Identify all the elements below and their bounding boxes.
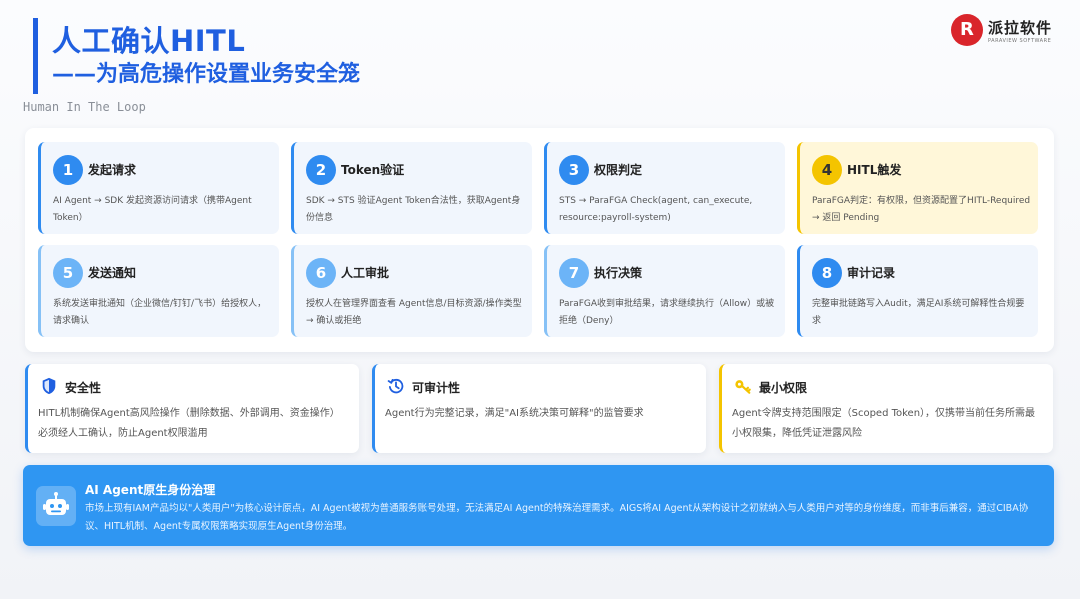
hitl-steps-panel: 1 发起请求 AI Agent → SDK 发起资源访问请求（携带Agent T… (25, 128, 1054, 352)
feature-card-security: 安全性 HITL机制确保Agent高风险操作（删除数据、外部调用、资金操作）必须… (25, 364, 359, 453)
company-logo: 派拉软件 PARAVIEW SOFTWARE (950, 14, 1052, 46)
step-title: HITL触发 (847, 163, 902, 177)
title-accent-bar (33, 18, 38, 94)
step-number: 7 (559, 258, 589, 288)
step-desc: ParaFGA判定：有权限，但资源配置了HITL-Required → 返回 P… (812, 196, 1031, 223)
step-desc: ParaFGA收到审批结果，请求继续执行（Allow）或被拒绝（Deny） (559, 299, 775, 326)
feature-card-least-privilege: 最小权限 Agent令牌支持范围限定（Scoped Token），仅携带当前任务… (719, 364, 1053, 453)
feature-desc: Agent行为完整记录，满足"AI系统决策可解释"的监管要求 (385, 408, 644, 419)
feature-title: 安全性 (65, 381, 102, 395)
feature-title: 可审计性 (412, 381, 461, 395)
step-desc: 授权人在管理界面查看 Agent信息/目标资源/操作类型 → 确认或拒绝 (306, 299, 522, 326)
step-title: 执行决策 (594, 266, 643, 280)
step-card-7: 7 执行决策 ParaFGA收到审批结果，请求继续执行（Allow）或被拒绝（D… (544, 245, 785, 337)
step-desc: AI Agent → SDK 发起资源访问请求（携带Agent Token） (53, 196, 252, 223)
page-caption: Human In The Loop (23, 100, 146, 114)
step-number: 3 (559, 155, 589, 185)
history-icon (387, 378, 404, 394)
key-icon (735, 380, 751, 394)
step-number: 8 (812, 258, 842, 288)
banner-desc: 市场上现有IAM产品均以"人类用户"为核心设计原点，AI Agent被视为普通服… (85, 503, 1029, 532)
step-number: 2 (306, 155, 336, 185)
step-desc: SDK → STS 验证Agent Token合法性，获取Agent身份信息 (306, 196, 521, 223)
page-title: 人工确认HITL (52, 24, 246, 58)
step-card-4: 4 HITL触发 ParaFGA判定：有权限，但资源配置了HITL-Requir… (797, 142, 1038, 234)
robot-icon (43, 492, 69, 515)
shield-icon (42, 377, 56, 395)
step-title: 发起请求 (88, 163, 137, 177)
step-card-8: 8 审计记录 完整审批链路写入Audit，满足AI系统可解释性合规要求 (797, 245, 1038, 337)
page-subtitle: ——为高危操作设置业务安全笼 (52, 62, 361, 87)
step-title: 审计记录 (847, 266, 896, 280)
step-card-1: 1 发起请求 AI Agent → SDK 发起资源访问请求（携带Agent T… (38, 142, 279, 234)
step-desc: 完整审批链路写入Audit，满足AI系统可解释性合规要求 (812, 299, 1025, 326)
step-title: 权限判定 (594, 163, 643, 177)
banner-title: AI Agent原生身份治理 (85, 483, 216, 497)
step-number: 6 (306, 258, 336, 288)
step-card-2: 2 Token验证 SDK → STS 验证Agent Token合法性，获取A… (291, 142, 532, 234)
step-desc: 系统发送审批通知（企业微信/钉钉/飞书）给授权人，请求确认 (53, 299, 267, 326)
step-desc: STS → ParaFGA Check(agent, can_execute, … (559, 196, 753, 223)
step-title: 人工审批 (341, 266, 390, 280)
logo-name: 派拉软件 (987, 18, 1052, 37)
feature-card-auditability: 可审计性 Agent行为完整记录，满足"AI系统决策可解释"的监管要求 (372, 364, 706, 453)
logo-tagline: PARAVIEW SOFTWARE (987, 37, 1052, 44)
step-title: Token验证 (341, 163, 405, 177)
identity-governance-banner: AI Agent原生身份治理 市场上现有IAM产品均以"人类用户"为核心设计原点… (23, 465, 1054, 546)
feature-desc: HITL机制确保Agent高风险操作（删除数据、外部调用、资金操作）必须经人工确… (38, 408, 340, 439)
step-card-5: 5 发送通知 系统发送审批通知（企业微信/钉钉/飞书）给授权人，请求确认 (38, 245, 279, 337)
step-number: 1 (53, 155, 83, 185)
feature-desc: Agent令牌支持范围限定（Scoped Token），仅携带当前任务所需最小权… (732, 408, 1036, 439)
logo-mark-icon (950, 14, 983, 46)
step-title: 发送通知 (88, 266, 137, 280)
step-number: 5 (53, 258, 83, 288)
step-card-3: 3 权限判定 STS → ParaFGA Check(agent, can_ex… (544, 142, 785, 234)
step-card-6: 6 人工审批 授权人在管理界面查看 Agent信息/目标资源/操作类型 → 确认… (291, 245, 532, 337)
feature-title: 最小权限 (759, 381, 808, 395)
step-number: 4 (812, 155, 842, 185)
